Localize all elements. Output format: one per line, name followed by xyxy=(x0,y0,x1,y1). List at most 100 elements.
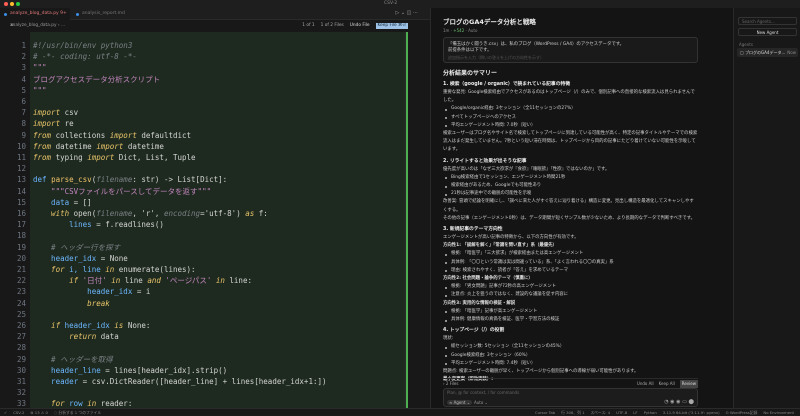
tab-analyze-blog-data[interactable]: analyze_blog_data.py 9+ × xyxy=(0,8,70,28)
chat-meta: 1m · +542 · Auto xyxy=(443,28,478,33)
code-line[interactable]: 12 xyxy=(0,163,405,174)
change-counter[interactable]: 1 of 1 xyxy=(302,20,314,31)
maximize-window-button[interactable] xyxy=(16,2,20,6)
code-token: data xyxy=(96,332,119,342)
code-line[interactable]: 31 reader = csv.DictReader([header_line]… xyxy=(0,376,405,387)
code-token: = i xyxy=(132,287,151,297)
list-item: 検索経由があるため、Googleでも可能性あり xyxy=(443,182,698,190)
line-number: 3 xyxy=(21,63,26,73)
line-text: break xyxy=(33,298,110,309)
agent-time: Now xyxy=(787,50,796,55)
code-token: , 'r', xyxy=(132,209,164,218)
code-token: reader: xyxy=(96,399,133,408)
user-prompt[interactable]: 「備玉はかく闘うき.csv」は、私のブログ（WordPress / GA4）のア… xyxy=(443,37,698,63)
line-number: 32 xyxy=(16,388,26,398)
code-line[interactable]: 25 xyxy=(0,309,405,320)
file-counter[interactable]: 1 of 2 Files xyxy=(321,20,344,31)
code-line[interactable]: 8 import re xyxy=(0,118,405,129)
code-line[interactable]: 32 xyxy=(0,387,405,398)
minimap-scrollbar[interactable] xyxy=(405,32,430,408)
run-icon[interactable]: ▷ ⌄ ◫ ⋯ xyxy=(395,10,418,16)
code-line[interactable]: 19 # ヘッダー行を探す xyxy=(0,242,405,253)
send-icon[interactable]: ◔ ◉ ◉ ▭ ⬤ xyxy=(664,399,694,405)
code-line[interactable]: 27 return data xyxy=(0,331,405,342)
code-line[interactable]: 30 header_line = lines[header_idx].strip… xyxy=(0,365,405,376)
summary-heading: 分析結果のサマリー xyxy=(443,70,498,77)
code-token: = f.readlines() xyxy=(91,220,164,230)
line-number: 27 xyxy=(16,332,26,342)
code-token: csv xyxy=(60,108,79,118)
undo-all-button[interactable]: Undo All xyxy=(637,379,654,388)
code-line[interactable]: 16 with open(filename, 'r', encoding='ut… xyxy=(0,208,405,219)
files-toggle[interactable]: › 2 Files xyxy=(443,381,458,386)
code-line[interactable]: 15 data = [] xyxy=(0,197,405,208)
code-token: import xyxy=(87,153,115,162)
code-line[interactable]: 22 if '日付' in line and 'ページパス' in line: xyxy=(0,275,405,286)
undo-file-button[interactable]: Undo File xyxy=(350,20,370,31)
line-text: from typing import Dict, List, Tuple xyxy=(33,152,196,163)
code-editor[interactable]: 1 #!/usr/bin/env python3 2 # -*- coding: ut… xyxy=(0,32,405,408)
tab-analysis-report[interactable]: analysis_report.md xyxy=(72,8,142,20)
code-line[interactable]: 1 #!/usr/bin/env python3 xyxy=(0,40,405,51)
title-bar: CSV-2 xyxy=(0,0,800,8)
code-line[interactable]: 18 xyxy=(0,230,405,241)
keep-all-button[interactable]: Keep All xyxy=(659,379,675,388)
review-button[interactable]: Review xyxy=(679,380,698,388)
code-line[interactable]: 2 # -*- coding: utf-8 -*- xyxy=(0,51,405,62)
line-text: from datetime import datetime xyxy=(33,141,164,152)
code-line[interactable]: 10 from datetime import datetime xyxy=(0,141,405,152)
line-text: from collections import defaultdict xyxy=(33,130,191,141)
code-token: header_idx xyxy=(33,287,133,297)
bullet-list: Bing検索経由で1セッション、エンゲージメント時間21秒 検索経由があるため、G… xyxy=(443,174,698,199)
code-token: as xyxy=(245,209,255,218)
code-line[interactable]: 13 def parse_csv(filename: str) -> List[D… xyxy=(0,174,405,185)
new-agent-button[interactable]: New Agent xyxy=(738,28,797,36)
code-line[interactable]: 9 from collections import defaultdict xyxy=(0,130,405,141)
list-item: 根拠: 「暗医学」「三大欲求」が検索経由または高エンゲージメント xyxy=(443,250,698,258)
code-token: 'ページパス' xyxy=(160,276,212,286)
code-token: in xyxy=(87,399,97,408)
model-dropdown[interactable]: Auto ⌄ xyxy=(474,400,488,405)
agent-mode-dropdown[interactable]: ∞ Agent ⌄ xyxy=(447,400,473,405)
code-line[interactable]: 24 break xyxy=(0,298,405,309)
list-item: 具体例: 「〇〇という常識は実は間違っている」系、「よく言われる〇〇の真実」系 xyxy=(443,259,698,267)
close-window-button[interactable] xyxy=(4,2,8,6)
code-line[interactable]: 7 import csv xyxy=(0,107,405,118)
line-number: 20 xyxy=(16,253,26,263)
code-line[interactable]: 21 for i, line in enumerate(lines): xyxy=(0,264,405,275)
code-line[interactable]: 23 header_idx = i xyxy=(0,286,405,297)
code-line[interactable]: 20 header_idx = None xyxy=(0,253,405,264)
code-token: i, line xyxy=(64,265,106,274)
search-agents-input[interactable]: Search Agents... xyxy=(738,17,797,25)
code-line[interactable]: 28 xyxy=(0,342,405,353)
line-number: 18 xyxy=(16,231,26,241)
agent-item[interactable]: ▢ ブログのGA4データ... Now xyxy=(737,48,798,57)
code-line[interactable]: 11 from typing import Dict, List, Tuple xyxy=(0,152,405,163)
code-line[interactable]: 17 lines = f.readlines() xyxy=(0,219,405,230)
line-text: header_idx = i xyxy=(33,286,150,297)
code-line[interactable]: 6 xyxy=(0,96,405,107)
list-item: 平均エンゲージメント時間: 7.4秒（短い） xyxy=(443,360,698,368)
code-token: filename xyxy=(96,175,133,185)
line-text: data = [] xyxy=(33,197,92,208)
minimize-window-button[interactable] xyxy=(10,2,14,6)
code-line[interactable]: 3 """ xyxy=(0,62,405,73)
code-line[interactable]: 26 if header_idx is None: xyxy=(0,320,405,331)
line-number: 12 xyxy=(16,164,26,174)
line-number: 23 xyxy=(16,287,26,297)
code-token: if xyxy=(33,321,61,330)
chat-input[interactable]: Plan, @ for context, / for commands ∞ Ag… xyxy=(443,388,698,407)
code-line[interactable]: 14 """CSVファイルをパースしてデータを返す""" xyxy=(0,186,405,197)
code-token: return xyxy=(33,332,97,342)
code-line[interactable]: 4 ブログアクセスデータ分析スクリプト xyxy=(0,74,405,85)
elapsed-time: 1m xyxy=(443,28,450,33)
code-line[interactable]: 29 # ヘッダーを取得 xyxy=(0,354,405,365)
keep-file-button[interactable]: Keep File ⌘⏎ xyxy=(375,22,408,29)
code-token: """CSVファイルをパースしてデータを返す""" xyxy=(33,186,212,196)
code-token: for xyxy=(33,399,65,408)
section-heading: 3. 新規記事のテーマ方向性 xyxy=(443,227,503,233)
code-line[interactable]: 5 """ xyxy=(0,85,405,96)
line-number: 13 xyxy=(16,175,26,185)
paragraph: 改善案: 冒頭で結論を明確にし、「調べに来た人がすぐ答えに辿り着ける」構造に変更… xyxy=(443,199,694,213)
code-line[interactable]: 33 for row in reader: xyxy=(0,398,405,408)
